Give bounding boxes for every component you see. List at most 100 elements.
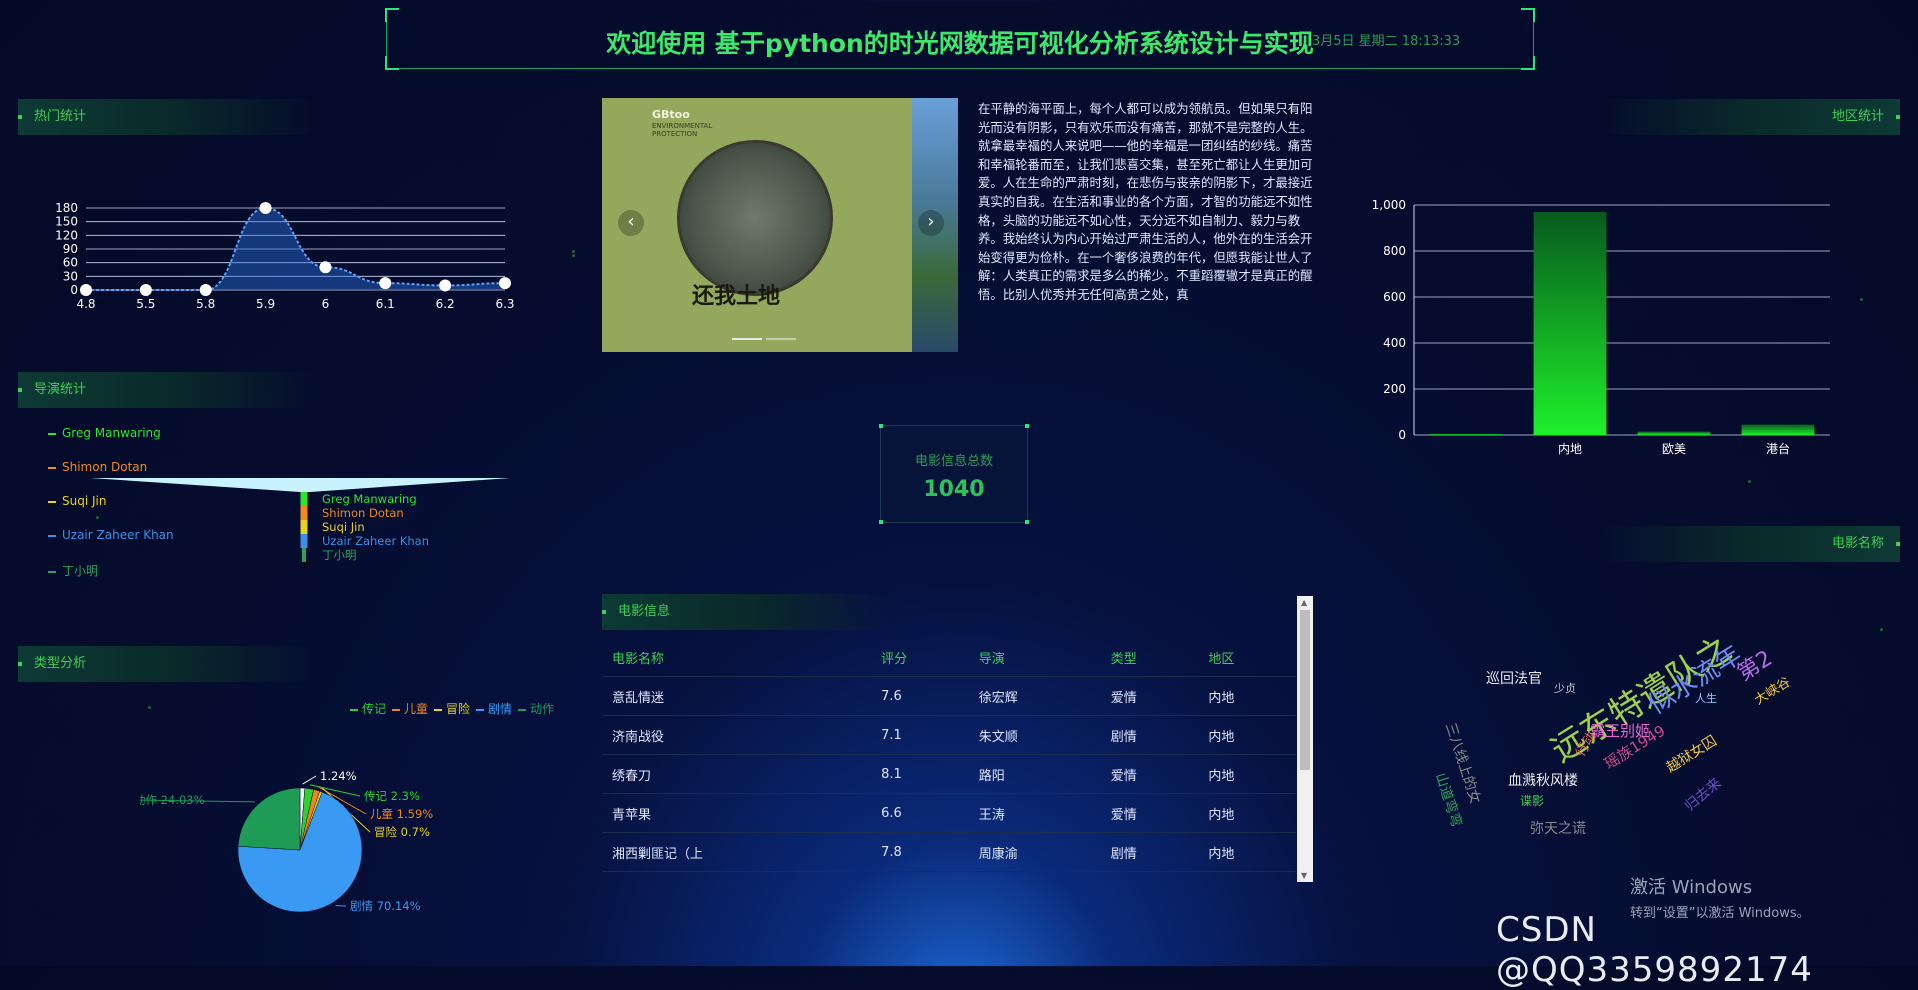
y-tick-label: 1,000 bbox=[1372, 198, 1406, 212]
data-point bbox=[439, 279, 451, 291]
table-row[interactable]: 绣春刀8.1路阳爱情内地 bbox=[602, 755, 1296, 794]
frame-corner bbox=[385, 8, 399, 22]
carousel-next-button[interactable]: › bbox=[918, 210, 944, 236]
panel-title-genre: 类型分析 bbox=[18, 646, 318, 682]
x-tick-label: 内地 bbox=[1558, 442, 1582, 456]
legend-label: Greg Manwaring bbox=[62, 426, 161, 440]
legend-label: 冒险 bbox=[446, 702, 470, 716]
legend-item: 冒险 bbox=[434, 702, 470, 716]
panel-title-text: 导演统计 bbox=[34, 382, 86, 397]
table-row[interactable]: 济南战役7.1朱文顺剧情内地 bbox=[602, 716, 1296, 755]
genre-pie-chart: 1.24%传记 2.3%儿童 1.59%冒险 0.7%剧情 70.14%动作 2… bbox=[140, 760, 540, 920]
table-viewport[interactable]: 电影名称评分导演类型地区 意乱情迷7.6徐宏辉爱情内地济南战役7.1朱文顺剧情内… bbox=[602, 638, 1296, 878]
funnel-label: Uzair Zaheer Khan bbox=[322, 534, 429, 548]
legend-item: 儿童 bbox=[392, 702, 428, 716]
data-point bbox=[80, 284, 92, 296]
card-corner bbox=[1025, 520, 1029, 524]
table-cell: 爱情 bbox=[1101, 755, 1199, 794]
wordcloud-word: 谍影 bbox=[1520, 792, 1544, 809]
column-header[interactable]: 导演 bbox=[969, 638, 1101, 677]
legend-swatch bbox=[48, 501, 56, 503]
x-tick-label: 4.8 bbox=[76, 297, 95, 310]
x-tick-label: 6 bbox=[322, 297, 330, 310]
legend-swatch bbox=[48, 571, 56, 573]
director-funnel-chart: Greg ManwaringShimon DotanSuqi JinUzair … bbox=[90, 470, 550, 570]
y-tick-label: 60 bbox=[63, 256, 78, 270]
table-cell: 湘西剿匪记（上 bbox=[602, 833, 871, 872]
table-cell: 7.6 bbox=[871, 677, 969, 716]
carousel-prev-button[interactable]: ‹ bbox=[618, 210, 644, 236]
x-tick-label: 5.5 bbox=[136, 297, 155, 310]
carousel-indicator[interactable] bbox=[732, 338, 762, 340]
image-carousel[interactable]: GBtoo ENVIRONMENTAL PROTECTION 还我土地 ‹ › bbox=[602, 98, 958, 352]
table-cell: 内地 bbox=[1198, 872, 1296, 879]
movie-table: 电影名称评分导演类型地区 意乱情迷7.6徐宏辉爱情内地济南战役7.1朱文顺剧情内… bbox=[602, 638, 1296, 878]
legend-swatch bbox=[48, 433, 56, 435]
panel-title-text: 地区统计 bbox=[1832, 109, 1884, 124]
table-cell: 剧情 bbox=[1101, 833, 1199, 872]
panel-title-wordcloud: 电影名称 bbox=[1600, 526, 1900, 562]
table-scrollbar[interactable]: ▲ ▼ bbox=[1297, 596, 1313, 882]
region-bar-chart: 02004006008001,000内地欧美港台 bbox=[1350, 195, 1840, 465]
x-tick-label: 6.1 bbox=[376, 297, 395, 310]
card-corner bbox=[879, 424, 883, 428]
table-cell: 济南战役 bbox=[602, 716, 871, 755]
y-tick-label: 30 bbox=[63, 269, 78, 283]
column-header[interactable]: 类型 bbox=[1101, 638, 1199, 677]
wordcloud-word: 越狱女囚 bbox=[1662, 730, 1720, 777]
star bbox=[148, 706, 151, 709]
funnel-segment bbox=[302, 548, 306, 562]
article-text: 在平静的海平面上，每个人都可以成为领航员。但如果只有阳光而没有阴影，只有欢乐而没… bbox=[978, 100, 1318, 352]
scroll-up-icon[interactable]: ▲ bbox=[1301, 598, 1307, 607]
legend-swatch bbox=[392, 709, 400, 711]
x-tick-label: 5.9 bbox=[256, 297, 275, 310]
x-tick-label: 5.8 bbox=[196, 297, 215, 310]
table-header-row: 电影名称评分导演类型地区 bbox=[602, 638, 1296, 677]
table-cell: 意乱情迷 bbox=[602, 677, 871, 716]
legend-label: 儿童 bbox=[404, 702, 428, 716]
column-header[interactable]: 评分 bbox=[871, 638, 969, 677]
panel-title-text: 电影名称 bbox=[1832, 536, 1884, 551]
table-cell: 8.1 bbox=[871, 755, 969, 794]
pie-label: 剧情 70.14% bbox=[350, 899, 421, 913]
data-point bbox=[499, 277, 511, 289]
table-row[interactable]: 湘西剿匪记（上7.8周康渝剧情内地 bbox=[602, 833, 1296, 872]
pie-label: 1.24% bbox=[320, 769, 357, 783]
table-row[interactable]: 青苹果6.6王涛爱情内地 bbox=[602, 794, 1296, 833]
x-tick-label: 欧美 bbox=[1662, 442, 1686, 456]
scroll-down-icon[interactable]: ▼ bbox=[1301, 871, 1307, 880]
table-cell: 6.6 bbox=[871, 794, 969, 833]
carousel-indicator[interactable] bbox=[766, 338, 796, 340]
bullet-icon bbox=[18, 115, 22, 119]
card-corner bbox=[879, 520, 883, 524]
table-cell: 内地 bbox=[1198, 833, 1296, 872]
pie-label: 动作 24.03% bbox=[140, 793, 205, 807]
funnel-segment bbox=[301, 520, 308, 534]
poster-globe-image bbox=[677, 140, 833, 296]
y-tick-label: 150 bbox=[55, 215, 78, 229]
bullet-icon bbox=[1896, 542, 1900, 546]
table-cell: 周康渝 bbox=[969, 833, 1101, 872]
legend-item: 剧情 bbox=[476, 702, 512, 716]
table-cell: 内地 bbox=[1198, 794, 1296, 833]
poster-text: 还我土地 bbox=[692, 278, 780, 310]
poster-brand: GBtoo bbox=[652, 108, 690, 121]
table-row[interactable]: 意乱情迷7.6徐宏辉爱情内地 bbox=[602, 677, 1296, 716]
funnel-segment bbox=[301, 534, 308, 548]
table-cell: 王涛 bbox=[969, 794, 1101, 833]
poster-slide: GBtoo ENVIRONMENTAL PROTECTION 还我土地 bbox=[602, 98, 932, 352]
pie-label-line bbox=[303, 776, 316, 784]
column-header[interactable]: 电影名称 bbox=[602, 638, 871, 677]
table-row[interactable]: 谍刺羊车王6.0刘中明剧情内地 bbox=[602, 872, 1296, 879]
genre-legend: 传记儿童冒险剧情动作 bbox=[350, 700, 610, 717]
table-cell: 7.8 bbox=[871, 833, 969, 872]
table-cell: 内地 bbox=[1198, 755, 1296, 794]
column-header[interactable]: 地区 bbox=[1198, 638, 1296, 677]
wordcloud-word: 少贞 bbox=[1554, 680, 1576, 696]
funnel-segment bbox=[301, 492, 308, 506]
wordcloud: 远东特遣队之似水流年第2巡回法官霸王别姬三八线上的女山道弯弯血溅秋风楼瑶族194… bbox=[1430, 620, 1810, 870]
scrollbar-thumb[interactable] bbox=[1300, 610, 1310, 770]
legend-label: 剧情 bbox=[488, 702, 512, 716]
data-point bbox=[379, 277, 391, 289]
table-cell: 7.1 bbox=[871, 716, 969, 755]
